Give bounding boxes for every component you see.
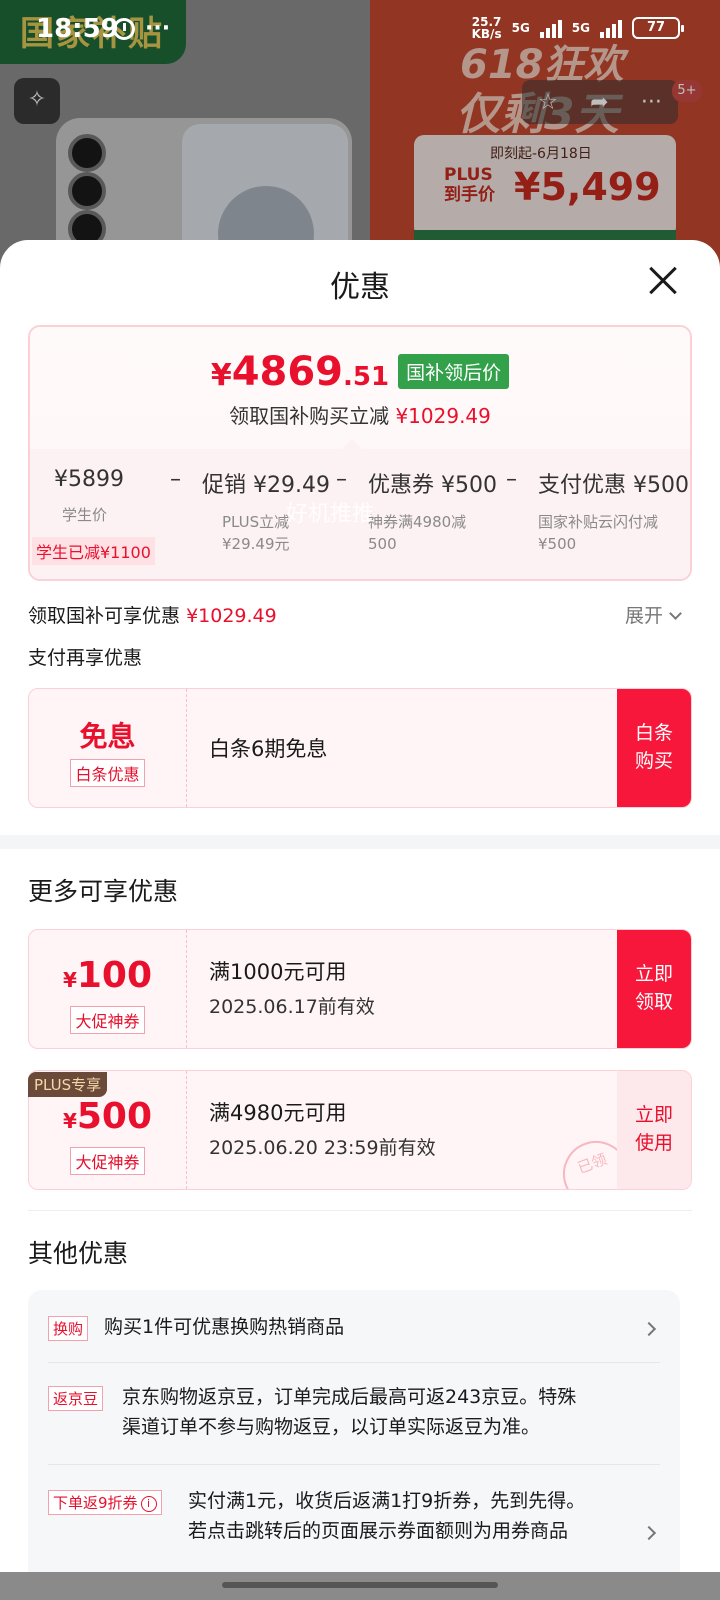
expand-label: 展开: [624, 605, 663, 627]
final-price: ¥4869.51 国补领后价: [30, 349, 690, 395]
calc-base-price: ¥5899 学生价: [54, 467, 124, 526]
chevron-right-icon: [641, 1321, 657, 1337]
installment-offer-card: 免息 白条优惠 白条6期免息 白条 购买: [28, 688, 692, 808]
coupon-condition: 满1000元可用: [209, 960, 347, 984]
coupon-info: 满1000元可用 2025.06.17前有效: [209, 956, 375, 1019]
calc-note: 学生价: [62, 506, 108, 524]
other-offer-row: 返京豆 京东购物返京豆，订单完成后最高可返243京豆。特殊 渠道订单不参与购物返…: [48, 1386, 660, 1450]
coupon-value: 500: [76, 1096, 153, 1137]
coupon-info: 满4980元可用 2025.06.20 23:59前有效: [209, 1097, 436, 1160]
status-right: 25.7 KB/s 5G 5G 77: [472, 16, 684, 40]
claim-coupon-button[interactable]: 立即 领取: [617, 930, 691, 1048]
expand-button[interactable]: 展开: [624, 601, 682, 628]
coupon-amount: ¥500: [29, 1097, 186, 1143]
divider: [28, 1210, 692, 1211]
subsidy-row-amount: ¥1029.49: [186, 605, 277, 627]
row-divider: [48, 1464, 660, 1465]
other-offers-list: 换购 购买1件可优惠换购热销商品 返京豆 京东购物返京豆，订单完成后最高可返24…: [28, 1290, 680, 1600]
net-speed: 25.7 KB/s: [472, 16, 502, 40]
rebate-coupon-tag: 下单返9折券 i: [48, 1490, 162, 1515]
price-currency: ¥: [210, 358, 232, 393]
coupon-condition: 满4980元可用: [209, 1101, 347, 1125]
section-divider: [0, 835, 720, 849]
interest-free-label: 免息: [79, 720, 136, 753]
jingdou-tag: 返京豆: [48, 1386, 104, 1411]
calc-note: 国家补贴云闪付减 ¥500: [538, 513, 659, 553]
info-icon[interactable]: i: [140, 1496, 157, 1512]
product-page-background: 618狂欢 仅剩3天 即刻起-6月18日 PLUS 到手价 ¥5,499 国家补…: [0, 0, 720, 270]
home-indicator[interactable]: [222, 1582, 498, 1588]
installment-offer-left: 免息 白条优惠: [29, 689, 187, 807]
net-speed-unit: KB/s: [471, 27, 502, 41]
coupon-amount: ¥100: [29, 956, 186, 1002]
subsidy-saving-amount: ¥1029.49: [395, 404, 491, 428]
subsidy-saving-label: 领取国补购买立减: [229, 404, 390, 428]
close-icon[interactable]: [648, 266, 678, 296]
coupon-card: ¥500 大促神券 满4980元可用 2025.06.20 23:59前有效 已…: [28, 1070, 692, 1190]
other-section-title: 其他优惠: [28, 1239, 129, 1268]
baitiao-buy-button[interactable]: 白条 购买: [617, 689, 691, 807]
other-offer-line: 若点击跳转后的页面展示券面额则为用券商品: [188, 1520, 569, 1542]
minus-sign: –: [506, 467, 517, 492]
other-offer-line: 实付满1元，收货后返满1打9折券，先到先得。: [188, 1490, 586, 1512]
chevron-down-icon: [669, 607, 682, 620]
subsidy-saving: 领取国补购买立减 ¥1029.49: [30, 400, 690, 429]
rebate-coupon-label: 下单返9折券: [53, 1494, 138, 1512]
installment-offer-info: 白条6期免息: [209, 733, 327, 763]
more-section-title: 更多可享优惠: [28, 877, 179, 906]
status-left-icons: ···: [113, 18, 170, 40]
baitiao-tag: 白条优惠: [70, 759, 145, 787]
subsidy-price-tag: 国补领后价: [398, 354, 510, 389]
watermark: 好机推推: [286, 502, 375, 527]
use-coupon-button[interactable]: 立即 使用: [617, 1071, 691, 1189]
exchange-tag: 换购: [48, 1316, 89, 1341]
clock-icon: [113, 18, 135, 40]
row-divider: [48, 1362, 660, 1363]
calc-note: 神券满4980减 500: [368, 513, 467, 553]
coupon-currency: ¥: [62, 1109, 77, 1133]
price-integer: 4869: [231, 349, 344, 395]
other-offer-line: 京东购物返京豆，订单完成后最高可返243京豆。特殊: [122, 1386, 577, 1408]
subsidy-row: 领取国补可享优惠 ¥1029.49: [28, 601, 277, 628]
discount-sheet: 优惠 ¥4869.51 国补领后价 领取国补购买立减 ¥1029.49 ¥589…: [0, 240, 720, 1600]
coupon-currency: ¥: [62, 968, 77, 992]
subsidy-row-label: 领取国补可享优惠: [28, 605, 181, 627]
sheet-title: 优惠: [330, 270, 390, 305]
signal-bars-icon: [600, 18, 622, 38]
calc-value: ¥5899: [54, 467, 124, 492]
calc-coupon: 优惠券 ¥500 神券满4980减 500: [368, 467, 497, 555]
coupon-card: ¥100 大促神券 满1000元可用 2025.06.17前有效 立即 领取: [28, 929, 692, 1049]
coupon-tag: 大促神券: [70, 1147, 145, 1175]
other-offer-row[interactable]: 下单返9折券 i 实付满1元，收货后返满1打9折券，先到先得。 若点击跳转后的页面…: [48, 1490, 660, 1554]
price-breakdown-card: ¥4869.51 国补领后价 领取国补购买立减 ¥1029.49 ¥5899 学…: [28, 325, 692, 581]
calc-value: 促销 ¥29.49: [202, 473, 330, 498]
coupon-value: 100: [76, 955, 153, 996]
price-decimal: .51: [343, 362, 390, 392]
pay-section-label: 支付再享优惠: [28, 647, 143, 669]
signal-label-1: 5G: [511, 21, 530, 35]
coupon-validity: 2025.06.17前有效: [209, 996, 375, 1018]
other-offer-line: 渠道订单不参与购物返豆，以订单实际返豆为准。: [122, 1416, 541, 1438]
calc-value: 优惠券 ¥500: [368, 473, 497, 498]
signal-bars-icon: [539, 18, 562, 38]
calc-value: 支付优惠 ¥500: [538, 473, 689, 498]
calc-payment: 支付优惠 ¥500 国家补贴云闪付减 ¥500: [538, 467, 689, 555]
status-time: 18:59: [36, 14, 119, 44]
other-offer-text: 实付满1元，收货后返满1打9折券，先到先得。 若点击跳转后的页面展示券面额则为用…: [188, 1486, 585, 1546]
minus-sign: –: [336, 467, 347, 492]
chevron-right-icon: [641, 1525, 657, 1541]
battery-icon: 77: [632, 17, 684, 39]
student-discount-badge: 学生已减¥1100: [32, 537, 155, 565]
other-offer-text: 购买1件可优惠换购热销商品: [104, 1316, 345, 1338]
plus-exclusive-badge: PLUS专享: [28, 1072, 108, 1097]
coupon-left: ¥100 大促神券: [29, 930, 187, 1048]
other-offer-text: 京东购物返京豆，订单完成后最高可返243京豆。特殊 渠道订单不参与购物返豆，以订…: [122, 1382, 576, 1442]
other-offer-row[interactable]: 换购 购买1件可优惠换购热销商品: [48, 1316, 660, 1352]
minus-sign: –: [170, 467, 181, 492]
signal-label-2: 5G: [571, 21, 590, 35]
more-dots-icon: ···: [145, 16, 171, 41]
installment-offer-title: 白条6期免息: [209, 737, 328, 761]
coupon-tag: 大促神券: [70, 1006, 145, 1034]
coupon-validity: 2025.06.20 23:59前有效: [209, 1137, 436, 1159]
